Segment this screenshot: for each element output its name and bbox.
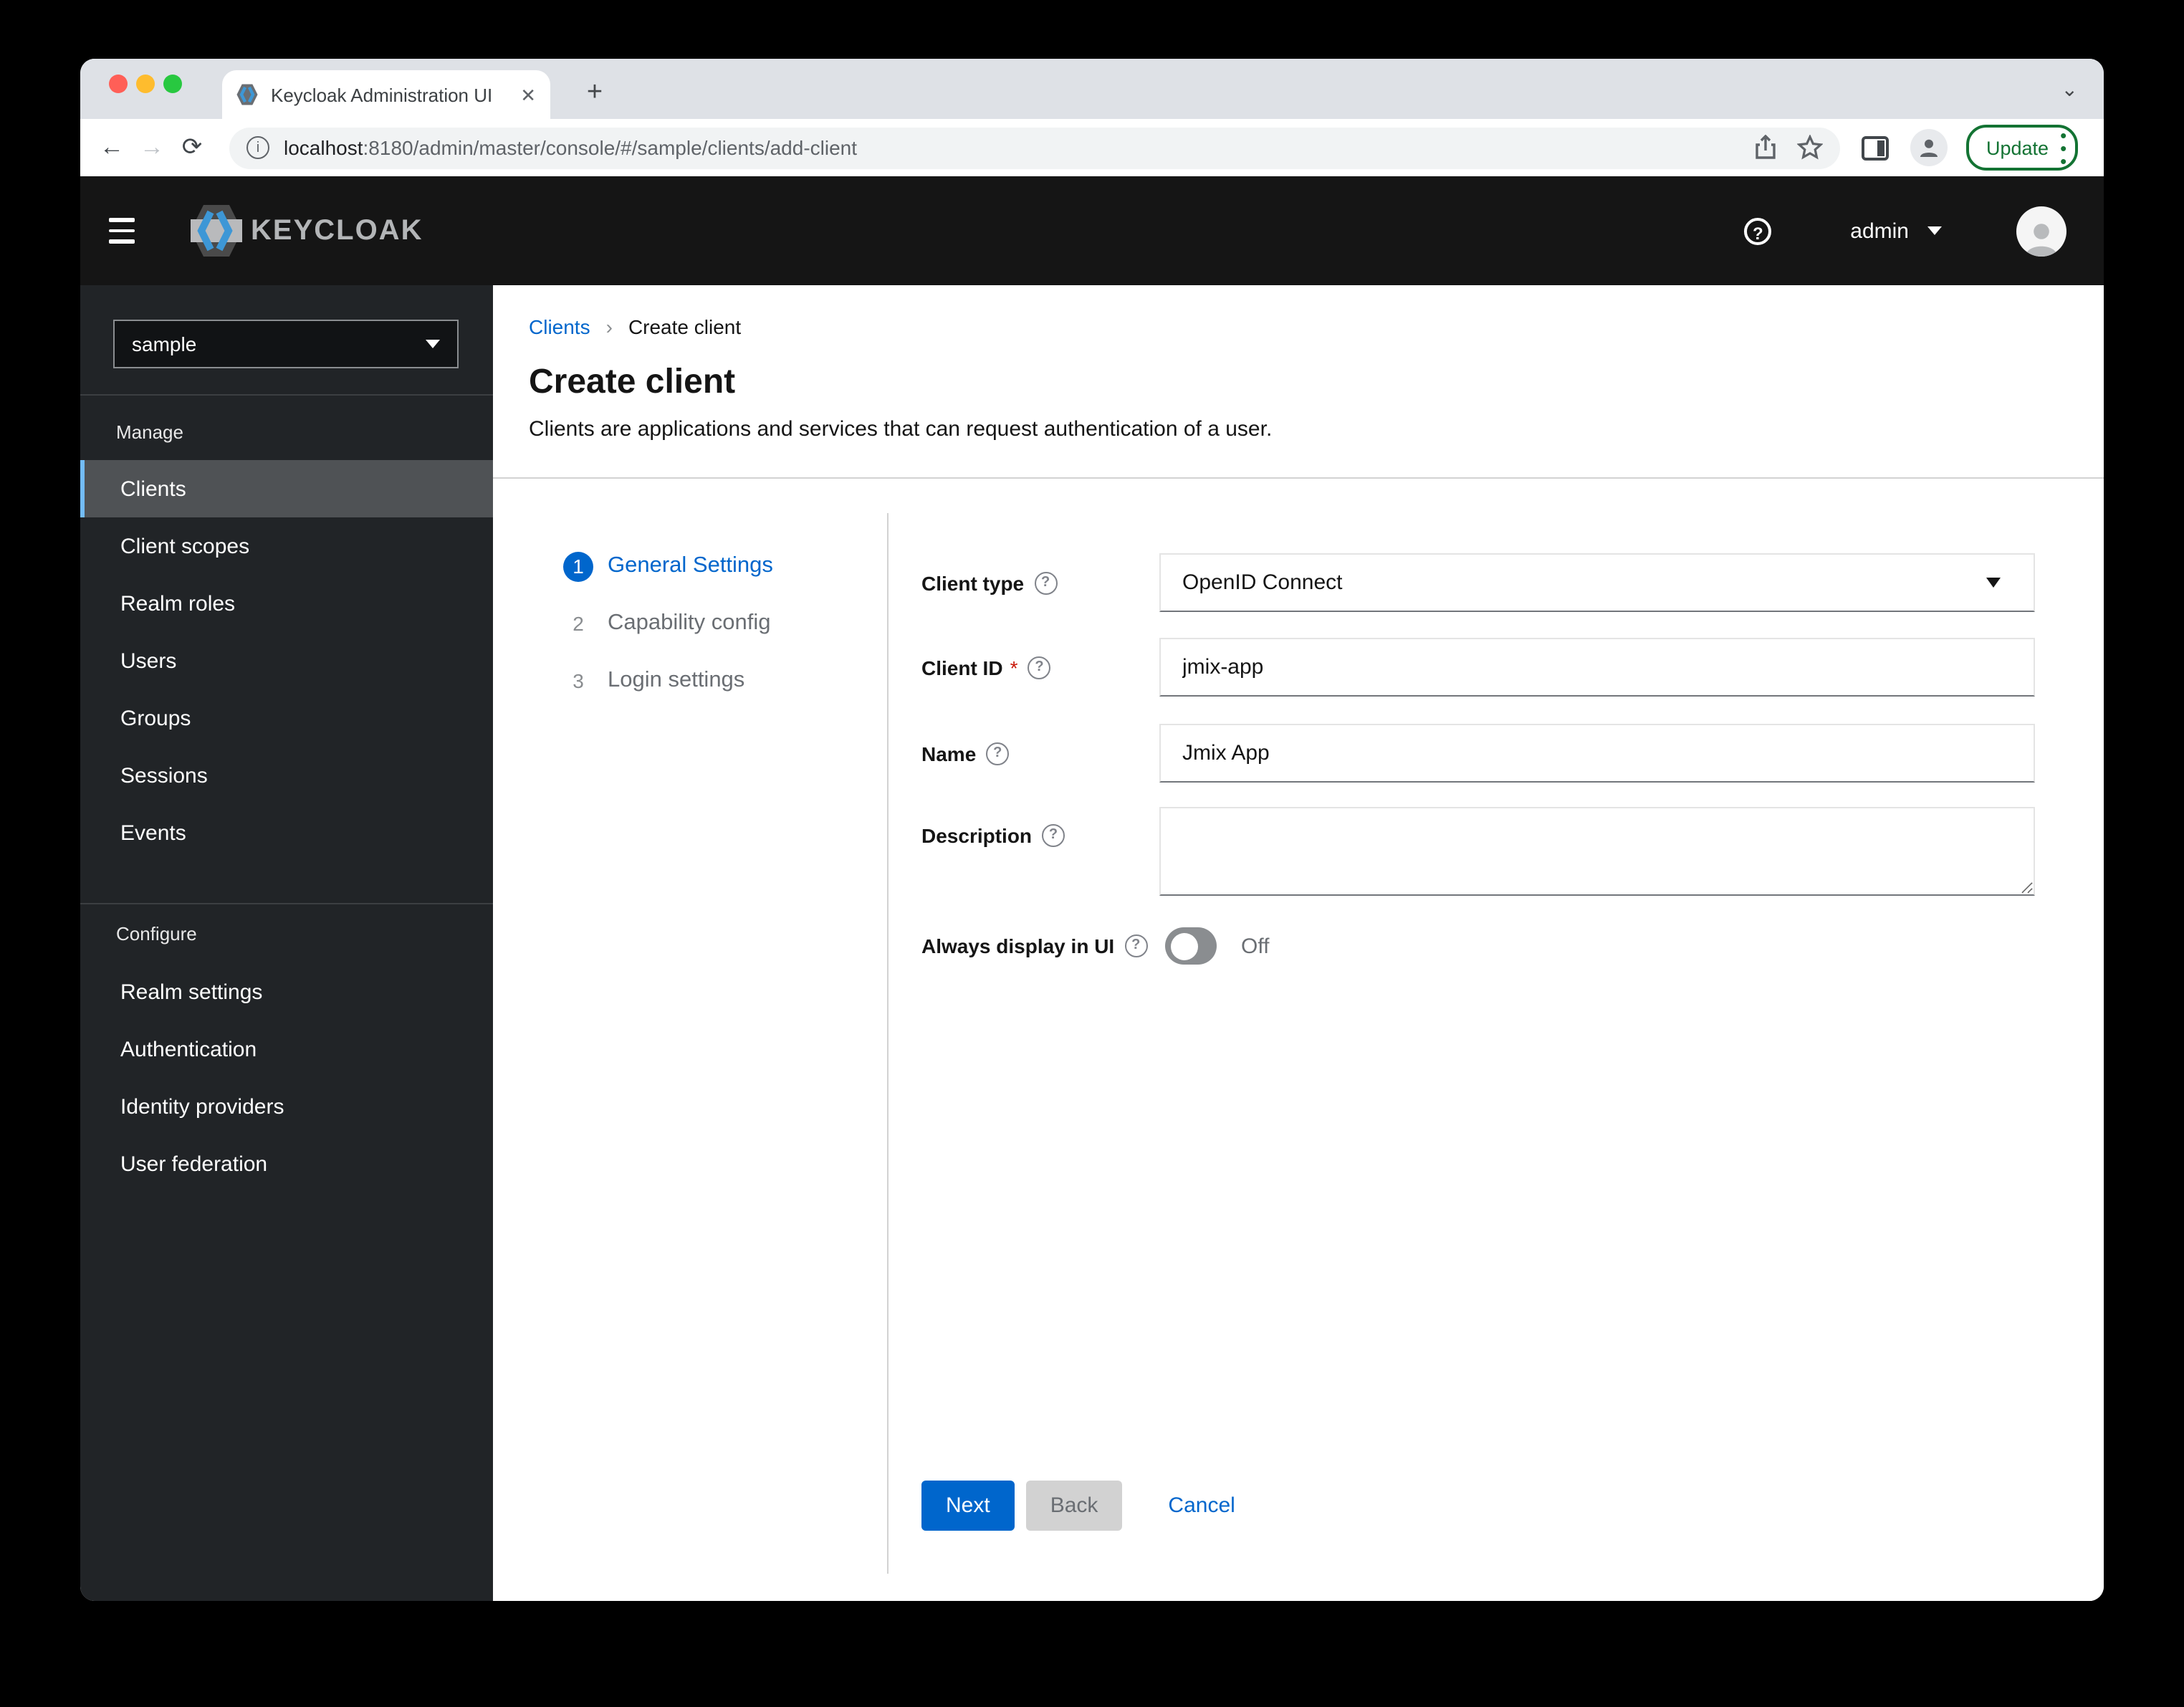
tab-search-chevron-icon[interactable]: ⌄ — [2061, 77, 2078, 102]
sidebar-item-events[interactable]: Events — [80, 804, 493, 861]
client-id-label: Client ID — [921, 656, 1003, 679]
brand-text: KEYCLOAK — [251, 214, 423, 246]
realm-selector[interactable]: sample — [113, 320, 459, 368]
tab-favicon — [236, 84, 258, 105]
help-icon[interactable]: ? — [1744, 217, 1772, 244]
sidebar-item-sessions[interactable]: Sessions — [80, 747, 493, 804]
breadcrumb: Clients › Create client — [529, 315, 741, 338]
wizard-step-general-settings[interactable]: 1 General Settings — [563, 537, 773, 595]
description-textarea[interactable] — [1159, 807, 2035, 896]
client-id-input[interactable] — [1159, 638, 2035, 697]
sidebar-item-client-scopes[interactable]: Client scopes — [80, 517, 493, 575]
traffic-light-zoom[interactable] — [163, 75, 182, 93]
desktop: Keycloak Administration UI ✕ + ⌄ ← → ⟳ i… — [0, 0, 2184, 1707]
always-display-toggle[interactable] — [1165, 927, 1217, 965]
keycloak-logo-icon — [191, 205, 242, 257]
required-asterisk: * — [1010, 656, 1018, 679]
update-button[interactable]: Update • • • — [1966, 125, 2079, 171]
realm-caret-icon — [426, 340, 440, 348]
sidebar-item-user-federation[interactable]: User federation — [80, 1135, 493, 1192]
form-row-always-display: Always display in UI ? Off — [921, 927, 1269, 965]
sidebar-divider — [80, 903, 493, 904]
toggle-state-text: Off — [1241, 934, 1270, 958]
wizard-divider — [887, 513, 889, 1574]
bookmark-star-icon[interactable] — [1797, 135, 1823, 161]
user-menu-caret-icon[interactable] — [1927, 226, 1942, 235]
browser-toolbar: ← → ⟳ i localhost:8180/admin/master/cons… — [80, 119, 2104, 176]
breadcrumb-chevron-icon: › — [605, 315, 613, 338]
sidebar-divider — [80, 394, 493, 396]
more-menu-icon[interactable]: • • • — [2060, 125, 2066, 170]
page-title: Create client — [529, 363, 736, 401]
sidebar-item-authentication[interactable]: Authentication — [80, 1020, 493, 1078]
page-subtitle: Clients are applications and services th… — [529, 417, 1273, 441]
url-text[interactable]: localhost:8180/admin/master/console/#/sa… — [284, 136, 1734, 159]
wizard-step-login-settings[interactable]: 3 Login settings — [563, 652, 773, 709]
realm-name: sample — [132, 333, 197, 355]
tab-strip: Keycloak Administration UI ✕ + ⌄ — [80, 59, 2104, 119]
back-button[interactable]: Back — [1025, 1481, 1123, 1531]
side-panel-icon[interactable] — [1862, 135, 1889, 160]
form-row-name: Name ? — [921, 724, 2035, 783]
wizard-step-capability-config[interactable]: 2 Capability config — [563, 595, 773, 652]
step-number: 2 — [573, 611, 584, 634]
username[interactable]: admin — [1850, 219, 1909, 243]
nav-section-manage: Manage — [116, 421, 183, 443]
browser-window: Keycloak Administration UI ✕ + ⌄ ← → ⟳ i… — [80, 59, 2104, 1601]
user-avatar[interactable] — [2016, 206, 2066, 256]
breadcrumb-current: Create client — [628, 315, 742, 338]
client-type-label: Client type — [921, 571, 1025, 594]
next-button[interactable]: Next — [921, 1481, 1015, 1531]
toggle-knob — [1170, 932, 1197, 960]
main-content: Clients › Create client Create client Cl… — [493, 285, 2104, 1601]
question-circle-icon[interactable]: ? — [1042, 824, 1065, 847]
question-circle-icon[interactable]: ? — [986, 742, 1010, 765]
name-input[interactable] — [1159, 724, 2035, 783]
sidebar-item-realm-roles[interactable]: Realm roles — [80, 575, 493, 632]
client-type-select[interactable]: OpenID Connect — [1159, 553, 2035, 612]
address-bar[interactable]: i localhost:8180/admin/master/console/#/… — [229, 127, 1840, 168]
traffic-light-minimize[interactable] — [136, 75, 155, 93]
tab-title: Keycloak Administration UI — [271, 84, 493, 105]
share-icon[interactable] — [1754, 135, 1777, 161]
form-row-description: Description ? — [921, 807, 2035, 903]
breadcrumb-clients-link[interactable]: Clients — [529, 315, 590, 338]
nav-section-configure: Configure — [116, 923, 197, 945]
sidebar-item-groups[interactable]: Groups — [80, 689, 493, 747]
wizard-footer: Next Back Cancel — [921, 1481, 1235, 1531]
traffic-light-close[interactable] — [109, 75, 128, 93]
description-label: Description — [921, 824, 1033, 847]
back-icon[interactable]: ← — [92, 133, 132, 162]
sidebar: sample Manage Clients Client scopes Real… — [80, 285, 493, 1601]
site-info-icon[interactable]: i — [246, 136, 269, 159]
form-row-client-type: Client type ? OpenID Connect — [921, 553, 2035, 612]
browser-profile-icon[interactable] — [1910, 129, 1948, 166]
header-divider — [493, 477, 2104, 479]
step-number: 3 — [573, 669, 584, 692]
reload-icon[interactable]: ⟳ — [172, 133, 212, 162]
new-tab-icon[interactable]: + — [578, 77, 612, 112]
tab-close-icon[interactable]: ✕ — [520, 85, 536, 104]
sidebar-item-identity-providers[interactable]: Identity providers — [80, 1078, 493, 1135]
question-circle-icon[interactable]: ? — [1034, 571, 1058, 594]
question-circle-icon[interactable]: ? — [1124, 934, 1148, 957]
forward-icon[interactable]: → — [132, 133, 172, 162]
sidebar-item-realm-settings[interactable]: Realm settings — [80, 963, 493, 1020]
keycloak-logo[interactable]: KEYCLOAK — [191, 202, 423, 259]
select-caret-icon — [1986, 578, 2001, 588]
sidebar-item-users[interactable]: Users — [80, 632, 493, 689]
wizard-steps: 1 General Settings 2 Capability config 3… — [563, 537, 773, 709]
form-row-client-id: Client ID * ? — [921, 638, 2035, 697]
cancel-button[interactable]: Cancel — [1168, 1481, 1235, 1531]
question-circle-icon[interactable]: ? — [1028, 656, 1051, 679]
browser-tab[interactable]: Keycloak Administration UI ✕ — [222, 70, 550, 119]
keycloak-masthead: KEYCLOAK ? admin — [80, 176, 2104, 285]
sidebar-item-clients[interactable]: Clients — [80, 460, 493, 517]
hamburger-menu-icon[interactable] — [109, 218, 135, 244]
name-label: Name — [921, 742, 977, 765]
step-number-badge: 1 — [563, 551, 593, 581]
always-display-label: Always display in UI — [921, 934, 1115, 957]
